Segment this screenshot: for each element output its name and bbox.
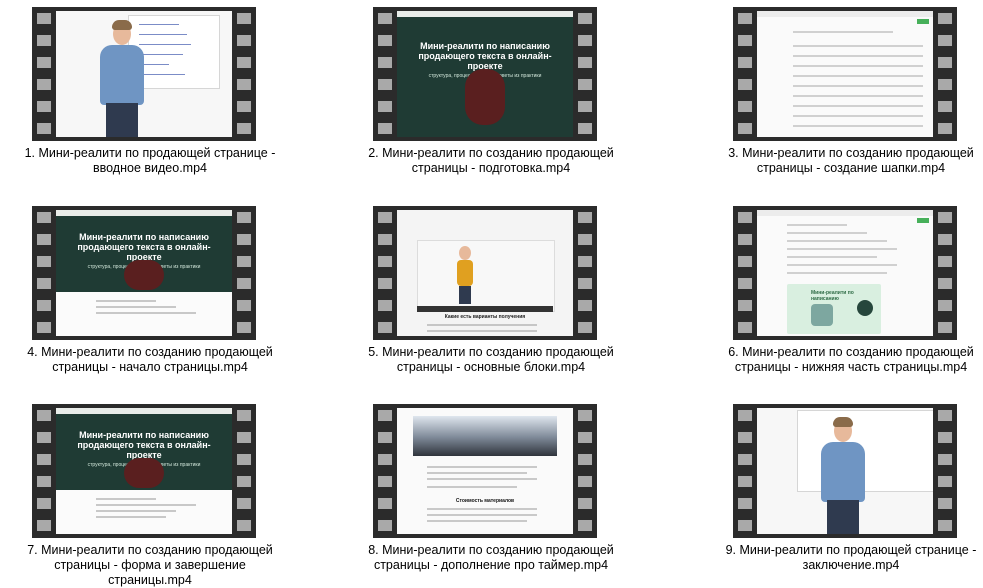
presenter [457,244,473,304]
add-button [917,19,929,24]
thumbnail-screen [757,408,933,534]
file-name: 4. Мини-реалити по созданию продающей стр… [27,345,273,374]
section-heading: Какие есть варианты получения [444,314,526,320]
file-name: 7. Мини-реалити по созданию продающей стр… [27,543,273,587]
typewriter-image [465,69,505,125]
thumbnail-screen [757,11,933,137]
video-thumbnail[interactable]: Мини-реалити по написанию продающего тек… [32,404,256,538]
file-name: 3. Мини-реалити по созданию продающей стр… [728,146,974,175]
add-button [917,218,929,223]
thumbnail-screen [56,11,232,137]
video-thumbnail[interactable] [32,7,256,141]
thumbnail-screen: Мини-реалити по написанию продающего тек… [56,210,232,336]
file-name: 5. Мини-реалити по созданию продающей стр… [368,345,614,374]
thumbnail-screen: Какие есть варианты получения [397,210,573,336]
video-thumbnail[interactable] [733,7,957,141]
hero-title: Мини-реалити по написанию продающего тек… [418,41,552,71]
video-thumbnail[interactable]: Мини-реалити по написанию продающего тек… [373,7,597,141]
hero-title: Мини-реалити по написанию продающего тек… [77,430,211,460]
thumbnail-screen: Мини-реалити по написанию [757,210,933,336]
file-name: 1. Мини-реалити по продающей странице -в… [24,146,276,175]
file-name: 2. Мини-реалити по созданию продающей стр… [368,146,614,175]
audience-photo [413,416,557,456]
hero-title: Мини-реалити по написанию продающего тек… [77,232,211,262]
presenter [817,414,869,534]
video-thumbnail[interactable]: Стоимость материалов [373,404,597,538]
presenter [96,17,148,137]
video-thumbnail[interactable] [733,404,957,538]
typewriter-image [124,260,164,290]
thumbnail-screen: Стоимость материалов [397,408,573,534]
video-thumbnail[interactable]: Какие есть варианты получения [373,206,597,340]
video-thumbnail[interactable]: Мини-реалити по написанию продающего тек… [32,206,256,340]
video-thumbnail[interactable]: Мини-реалити по написанию [733,206,957,340]
thumbnail-screen: Мини-реалити по написанию продающего тек… [56,408,232,534]
section-heading: Стоимость материалов [455,498,515,504]
file-name: 6. Мини-реалити по созданию продающей стр… [728,345,974,374]
avatar [857,300,873,316]
file-name: 9. Мини-реалити по продающей странице -з… [725,543,977,572]
file-name: 8. Мини-реалити по созданию продающей стр… [368,543,614,572]
thumbnail-screen: Мини-реалити по написанию продающего тек… [397,11,573,137]
video-controls [417,306,553,312]
promo-banner: Мини-реалити по написанию [787,284,881,334]
typewriter-image [124,458,164,488]
embedded-video [417,240,555,312]
